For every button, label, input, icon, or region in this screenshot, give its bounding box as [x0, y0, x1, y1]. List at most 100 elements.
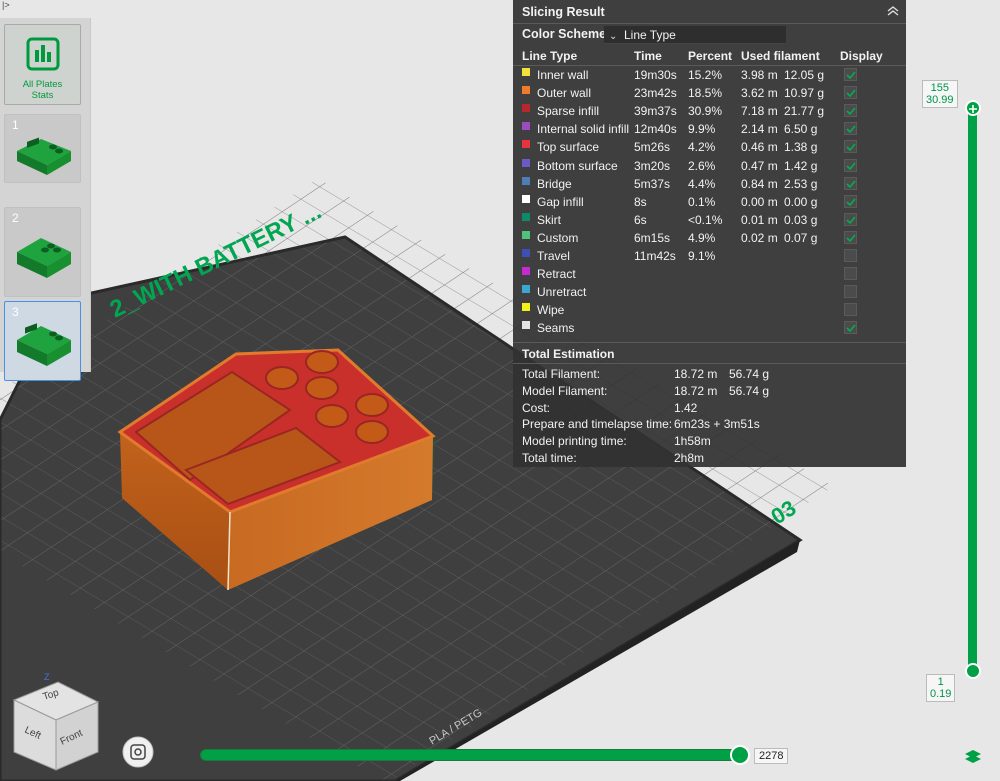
- line-filament-length: 0.00 m: [741, 194, 778, 209]
- panel-header: Slicing Result: [513, 0, 906, 24]
- header-line-type: Line Type: [522, 49, 578, 63]
- display-checkbox[interactable]: [844, 285, 857, 299]
- estimation-label: Cost:: [522, 400, 551, 415]
- estimation-value: 6m23s + 3m51s: [674, 417, 760, 432]
- line-type-name: Custom: [537, 230, 579, 245]
- collapse-chevron-icon[interactable]: [886, 4, 900, 18]
- header-time: Time: [634, 49, 662, 63]
- line-time: 6s: [634, 212, 647, 227]
- estimation-label: Total time:: [522, 451, 577, 465]
- line-type-name: Unretract: [537, 285, 587, 300]
- color-swatch: [522, 285, 530, 294]
- total-estimation-title: Total Estimation: [522, 347, 615, 361]
- color-scheme-dropdown[interactable]: ⌄ Line Type: [604, 26, 786, 44]
- line-type-name: Outer wall: [537, 86, 592, 101]
- top-left-toggle[interactable]: |>: [2, 0, 10, 10]
- color-swatch: [522, 104, 530, 113]
- header-display: Display: [840, 49, 883, 63]
- line-filament-weight: 6.50 g: [784, 122, 818, 137]
- line-percent: 9.9%: [688, 122, 716, 137]
- plate-number: 2: [12, 211, 19, 225]
- line-filament-length: 0.47 m: [741, 158, 778, 173]
- color-swatch: [522, 122, 530, 131]
- line-percent: 0.1%: [688, 194, 716, 209]
- all-plates-stats-label: All Plates Stats: [22, 79, 63, 101]
- line-percent: 4.2%: [688, 140, 716, 155]
- estimation-label: Prepare and timelapse time:: [522, 417, 673, 432]
- display-checkbox[interactable]: [844, 321, 857, 335]
- layer-slider-track[interactable]: [968, 108, 977, 672]
- display-checkbox[interactable]: [844, 249, 857, 262]
- line-type-row: Seams: [513, 321, 906, 339]
- line-time: 5m37s: [634, 176, 671, 191]
- display-checkbox[interactable]: [844, 158, 857, 172]
- camera-view-icon[interactable]: [122, 736, 154, 768]
- display-checkbox[interactable]: [844, 194, 857, 208]
- all-plates-stats-button[interactable]: All Plates Stats: [4, 24, 81, 105]
- color-swatch: [522, 68, 530, 76]
- line-type-row: Sparse infill 39m37s 30.9% 7.18 m 21.77 g: [513, 104, 906, 122]
- display-checkbox[interactable]: [844, 267, 857, 281]
- bottom-layer-height: 0.19: [930, 688, 952, 700]
- plate-thumbnail-1[interactable]: 1: [4, 114, 81, 183]
- line-percent: 9.1%: [688, 249, 716, 263]
- checkmark-icon: [846, 143, 856, 152]
- color-swatch: [522, 230, 530, 239]
- line-time: 8s: [634, 194, 647, 209]
- line-filament-length: 0.46 m: [741, 140, 778, 155]
- layers-icon[interactable]: [965, 750, 981, 763]
- move-slider-handle[interactable]: [730, 745, 750, 765]
- estimation-value: 18.72 m: [674, 367, 718, 381]
- color-swatch: [522, 158, 530, 167]
- color-swatch: [522, 86, 530, 95]
- line-percent: <0.1%: [688, 212, 723, 227]
- checkmark-icon: [846, 234, 856, 243]
- display-checkbox[interactable]: [844, 104, 857, 118]
- line-percent: 30.9%: [688, 104, 723, 119]
- display-checkbox[interactable]: [844, 212, 857, 226]
- layer-slider-top-handle[interactable]: [965, 100, 981, 116]
- display-checkbox[interactable]: [844, 303, 857, 317]
- line-filament-weight: 1.42 g: [784, 158, 818, 173]
- color-swatch: [522, 249, 530, 257]
- checkmark-icon: [846, 125, 856, 134]
- line-type-name: Inner wall: [537, 68, 589, 82]
- color-swatch: [522, 176, 530, 185]
- color-swatch: [522, 212, 530, 221]
- line-time: 39m37s: [634, 104, 677, 119]
- line-filament-length: 0.01 m: [741, 212, 778, 227]
- display-checkbox[interactable]: [844, 230, 857, 244]
- line-filament-weight: 21.77 g: [784, 104, 825, 119]
- line-type-row: Gap infill 8s 0.1% 0.00 m 0.00 g: [513, 194, 906, 213]
- checkmark-icon: [846, 324, 856, 333]
- display-checkbox[interactable]: [844, 176, 857, 190]
- line-type-row: Wipe: [513, 303, 906, 321]
- line-type-row: Top surface 5m26s 4.2% 0.46 m 1.38 g: [513, 140, 906, 158]
- line-filament-length: 3.62 m: [741, 86, 778, 101]
- move-slider-track[interactable]: [200, 749, 746, 761]
- display-checkbox[interactable]: [844, 86, 857, 100]
- divider: [513, 363, 906, 364]
- plate-thumbnail-3[interactable]: 3: [4, 301, 81, 381]
- line-type-row: Custom 6m15s 4.9% 0.02 m 0.07 g: [513, 230, 906, 249]
- line-filament-weight: 0.03 g: [784, 212, 818, 227]
- plate-list: All Plates Stats 1 2 3: [0, 18, 91, 381]
- estimation-label: Total Filament:: [522, 367, 601, 381]
- display-checkbox[interactable]: [844, 68, 857, 81]
- svg-text:Z: Z: [44, 672, 50, 682]
- layer-slider-bottom-handle[interactable]: [965, 663, 981, 679]
- line-filament-length: 3.98 m: [741, 68, 778, 82]
- bottom-layer-number: 1: [937, 676, 944, 688]
- line-time: 19m30s: [634, 68, 677, 82]
- estimation-value: 1.42: [674, 400, 698, 415]
- line-percent: 18.5%: [688, 86, 723, 101]
- display-checkbox[interactable]: [844, 122, 857, 136]
- line-time: 12m40s: [634, 122, 677, 137]
- plate-thumbnail-2[interactable]: 2: [4, 207, 81, 297]
- layer-slider-bottom-label: 1 0.19: [926, 674, 956, 702]
- line-type-name: Bottom surface: [537, 158, 618, 173]
- line-type-row: Inner wall 19m30s 15.2% 3.98 m 12.05 g: [513, 68, 906, 86]
- display-checkbox[interactable]: [844, 140, 857, 154]
- line-type-row: Unretract: [513, 285, 906, 303]
- panel-title: Slicing Result: [522, 5, 605, 19]
